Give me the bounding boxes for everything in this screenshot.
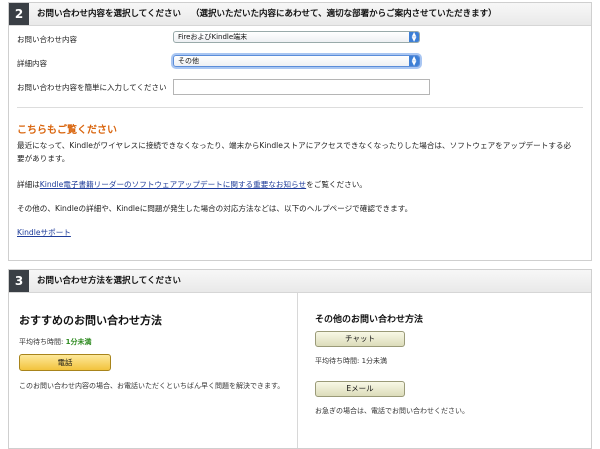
panel-note: （選択いただいた内容にあわせて、適切な部署からご案内させていただきます） <box>191 9 497 19</box>
panel-title: お問い合わせ内容を選択してください <box>37 9 181 19</box>
step-number: 2 <box>9 3 29 25</box>
contact-method-panel: 3 お問い合わせ方法を選択してください おすすめのお問い合わせ方法 平均待ち時間… <box>8 269 592 449</box>
panel-title: お問い合わせ方法を選択してください <box>37 276 181 286</box>
inquiry-type-select[interactable]: FireおよびKindle端末 ▲ ▼ <box>173 31 420 43</box>
phone-button[interactable]: 電話 <box>19 354 111 371</box>
phone-wait-time: 平均待ち時間: 1分未満 <box>19 338 92 346</box>
kindle-support-link[interactable]: Kindleサポート <box>17 228 71 237</box>
other-methods-title: その他のお問い合わせ方法 <box>315 315 424 325</box>
select-arrows-icon: ▲ ▼ <box>409 32 419 43</box>
details-text: 詳細はKindle電子書籍リーダーのソフトウェアアップデートに関する重要なお知ら… <box>17 180 367 189</box>
software-update-link[interactable]: Kindle電子書籍リーダーのソフトウェアアップデートに関する重要なお知らせ <box>40 180 306 189</box>
detail-select[interactable]: その他 ▲ ▼ <box>173 55 420 67</box>
select-arrows-icon: ▲ ▼ <box>409 56 419 67</box>
chat-wait-time: 平均待ち時間: 1分未満 <box>315 357 388 365</box>
detail-label: 詳細内容 <box>17 59 47 68</box>
help-page-text: その他の、Kindleの詳細や、Kindleに問題が発生した場合の対応方法などは… <box>17 204 413 213</box>
chat-button[interactable]: チャット <box>315 331 405 347</box>
panel-header: 3 お問い合わせ方法を選択してください <box>9 270 591 293</box>
column-divider <box>297 293 298 448</box>
phone-note: このお問い合わせ内容の場合、お電話いただくといちばん早く問題を解決できます。 <box>19 382 285 390</box>
step-number: 3 <box>9 270 29 292</box>
panel-header: 2 お問い合わせ内容を選択してください （選択いただいた内容にあわせて、適切な部署… <box>9 3 591 26</box>
inquiry-content-panel: 2 お問い合わせ内容を選択してください （選択いただいた内容にあわせて、適切な部署… <box>8 2 592 261</box>
email-note: お急ぎの場合は、電話でお問い合わせください。 <box>315 407 469 415</box>
email-button[interactable]: Eメール <box>315 381 405 397</box>
inquiry-type-label: お問い合わせ内容 <box>17 35 77 44</box>
detail-value: その他 <box>178 57 199 65</box>
recommended-method-title: おすすめのお問い合わせ方法 <box>19 314 162 327</box>
inquiry-text-label: お問い合わせ内容を簡単に入力してください <box>17 83 167 92</box>
inquiry-type-value: FireおよびKindle端末 <box>178 33 248 41</box>
divider <box>17 107 583 108</box>
inquiry-text-input[interactable] <box>173 79 430 95</box>
see-also-heading: こちらもご覧ください <box>17 125 117 136</box>
update-notice-text: 最近になって、Kindleがワイヤレスに接続できなくなったり、端末からKindl… <box>17 141 572 163</box>
